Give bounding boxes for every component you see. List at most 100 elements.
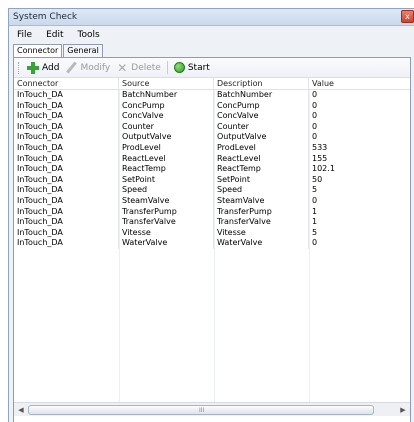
menu-bar: File Edit Tools	[9, 27, 414, 43]
horizontal-scrollbar[interactable]: ◀ III ▶	[14, 402, 410, 416]
delete-label: Delete	[131, 62, 161, 73]
value-cell: 0	[312, 111, 318, 121]
source-cell: ReactLevel	[119, 153, 214, 165]
description-cell: ReactLevel	[214, 153, 309, 165]
value-cell: 1	[312, 217, 318, 227]
pencil-icon	[65, 62, 77, 74]
close-button[interactable]: x	[401, 10, 414, 23]
table-row[interactable]: InTouch_DA Vitesse Vitesse 5	[14, 227, 410, 239]
scroll-left-icon[interactable]: ◀	[16, 405, 26, 415]
scroll-thumb[interactable]: III	[28, 405, 374, 415]
source-cell: TransferValve	[119, 217, 214, 228]
connector-cell: InTouch_DA	[14, 238, 119, 249]
menu-edit[interactable]: Edit	[39, 27, 70, 43]
column-header-source[interactable]: Source	[119, 78, 214, 89]
description-cell: TransferPump	[214, 206, 309, 218]
tab-strip: Connector General	[13, 44, 104, 58]
menu-tools[interactable]: Tools	[71, 27, 107, 43]
connector-cell: InTouch_DA	[14, 142, 119, 154]
connector-cell: InTouch_DA	[14, 195, 119, 207]
description-cell: Vitesse	[214, 227, 309, 239]
description-cell: OutputValve	[214, 132, 309, 143]
toolbar-separator	[166, 61, 168, 74]
delete-icon: ✕	[117, 60, 128, 75]
add-label: Add	[42, 62, 60, 73]
delete-button[interactable]: ✕ Delete	[113, 60, 164, 76]
connector-cell: InTouch_DA	[14, 164, 119, 175]
description-cell: SteamValve	[214, 195, 309, 207]
description-cell: ProdLevel	[214, 142, 309, 154]
value-cell: 0	[312, 195, 318, 205]
connector-cell: InTouch_DA	[14, 111, 119, 122]
close-icon: x	[405, 12, 410, 21]
column-divider	[119, 90, 120, 410]
table-row[interactable]: InTouch_DA ConcPump ConcPump 0	[14, 100, 410, 112]
connector-cell: InTouch_DA	[14, 121, 119, 133]
table-row[interactable]: InTouch_DA ProdLevel ProdLevel 533	[14, 142, 410, 154]
table-row[interactable]: InTouch_DA OutputValve OutputValve 0	[14, 132, 410, 143]
start-button[interactable]: Start	[171, 60, 213, 76]
tab-general[interactable]: General	[63, 44, 103, 57]
connector-cell: InTouch_DA	[14, 132, 119, 143]
description-cell: WaterValve	[214, 238, 309, 249]
value-cell: 0	[312, 238, 318, 248]
column-divider	[214, 90, 215, 410]
source-cell: Counter	[119, 121, 214, 133]
connector-cell: InTouch_DA	[14, 90, 119, 101]
column-header-value[interactable]: Value	[309, 78, 410, 89]
source-cell: ConcValve	[119, 111, 214, 122]
value-cell: 5	[312, 185, 318, 195]
source-cell: OutputValve	[119, 132, 214, 143]
description-cell: TransferValve	[214, 217, 309, 228]
tab-connector[interactable]: Connector	[13, 44, 63, 58]
description-cell: ConcValve	[214, 111, 309, 122]
table-row[interactable]: InTouch_DA ReactTemp ReactTemp 102.1	[14, 164, 410, 175]
add-button[interactable]: Add	[24, 60, 62, 76]
description-cell: ConcPump	[214, 100, 309, 112]
table-row[interactable]: InTouch_DA WaterValve WaterValve 0	[14, 238, 410, 249]
source-cell: Speed	[119, 185, 214, 196]
table-row[interactable]: InTouch_DA ReactLevel ReactLevel 155	[14, 153, 410, 165]
scroll-right-icon[interactable]: ▶	[398, 405, 408, 415]
description-cell: SetPoint	[214, 174, 309, 186]
value-cell: 533	[312, 142, 328, 152]
description-cell: Counter	[214, 121, 309, 133]
source-cell: BatchNumber	[119, 90, 214, 101]
grid-header: Connector Source Description Value	[14, 78, 410, 90]
table-row[interactable]: InTouch_DA TransferValve TransferValve 1	[14, 217, 410, 228]
system-check-window: System Check x File Edit Tools Connector…	[8, 8, 414, 422]
value-cell: 0	[312, 132, 318, 142]
table-row[interactable]: InTouch_DA ConcValve ConcValve 0	[14, 111, 410, 122]
table-row[interactable]: InTouch_DA Speed Speed 5	[14, 185, 410, 196]
connector-cell: InTouch_DA	[14, 153, 119, 165]
connector-cell: InTouch_DA	[14, 227, 119, 239]
source-cell: ConcPump	[119, 100, 214, 112]
table-row[interactable]: InTouch_DA Counter Counter 0	[14, 121, 410, 133]
value-cell: 0	[312, 90, 318, 99]
column-header-connector[interactable]: Connector	[14, 78, 119, 89]
toolbar: Add Modify ✕ Delete Start	[14, 58, 410, 78]
value-cell: 0	[312, 100, 318, 110]
start-label: Start	[187, 62, 210, 73]
connector-cell: InTouch_DA	[14, 217, 119, 228]
description-cell: ReactTemp	[214, 164, 309, 175]
description-cell: Speed	[214, 185, 309, 196]
table-row[interactable]: InTouch_DA SetPoint SetPoint 50	[14, 174, 410, 186]
source-cell: SteamValve	[119, 195, 214, 207]
source-cell: Vitesse	[119, 227, 214, 239]
connector-cell: InTouch_DA	[14, 100, 119, 112]
column-header-description[interactable]: Description	[214, 78, 309, 89]
connector-cell: InTouch_DA	[14, 206, 119, 218]
title-bar: System Check x	[9, 9, 414, 26]
value-cell: 155	[312, 153, 328, 163]
add-icon	[27, 61, 39, 74]
connector-cell: InTouch_DA	[14, 174, 119, 186]
menu-file[interactable]: File	[9, 27, 39, 43]
table-row[interactable]: InTouch_DA BatchNumber BatchNumber 0	[14, 90, 410, 101]
table-row[interactable]: InTouch_DA TransferPump TransferPump 1	[14, 206, 410, 218]
toolbar-grip[interactable]	[18, 61, 21, 74]
value-cell: 102.1	[312, 164, 335, 174]
connector-cell: InTouch_DA	[14, 185, 119, 196]
modify-button[interactable]: Modify	[62, 60, 113, 76]
table-row[interactable]: InTouch_DA SteamValve SteamValve 0	[14, 195, 410, 207]
